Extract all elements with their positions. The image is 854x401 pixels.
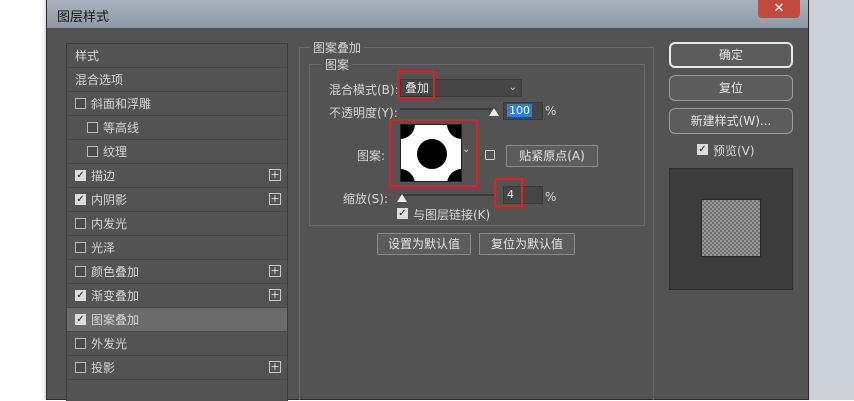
style-list-item-selected[interactable]: ✓ 图案叠加 (67, 308, 287, 332)
opacity-label: 不透明度(Y): (329, 106, 398, 120)
checkbox[interactable]: ✓ (75, 170, 86, 181)
ok-button[interactable]: 确定 (669, 42, 793, 68)
close-button[interactable]: ✕ (758, 0, 800, 18)
style-list-label: 混合选项 (75, 73, 124, 87)
scale-unit: % (545, 190, 557, 204)
scale-slider-track[interactable] (400, 194, 496, 196)
checkbox[interactable] (75, 218, 86, 229)
new-style-button[interactable]: 新建样式(W)... (669, 108, 793, 134)
style-list-item[interactable]: 斜面和浮雕 (67, 92, 287, 116)
chevron-down-icon: ⌄ (508, 82, 517, 93)
reset-button[interactable]: 复位 (669, 75, 793, 101)
preview-checkbox[interactable]: ✓ (697, 144, 708, 155)
close-icon: ✕ (773, 1, 785, 16)
style-list-item[interactable]: 外发光 (67, 332, 287, 356)
checkbox[interactable]: ✓ (75, 290, 86, 301)
checkbox[interactable] (75, 266, 86, 277)
style-list-label: 内阴影 (91, 193, 128, 207)
style-list-item[interactable]: 光泽 (67, 236, 287, 260)
checkbox[interactable] (75, 98, 86, 109)
set-default-button[interactable]: 设置为默认值 (377, 233, 471, 255)
checkbox[interactable] (75, 362, 86, 373)
checkbox[interactable] (87, 146, 98, 157)
highlight-box (389, 119, 478, 187)
layer-style-dialog: 图层样式 ✕ 样式 混合选项 斜面和浮雕 等高线 纹理 ✓ 描边 + ✓ 内阴影… (46, 0, 809, 401)
style-list-item[interactable]: 投影 + (67, 356, 287, 380)
highlight-box (397, 70, 435, 99)
dialog-title: 图层样式 (57, 10, 110, 25)
add-icon[interactable]: + (269, 169, 281, 181)
add-icon[interactable]: + (269, 361, 281, 373)
style-list: 样式 混合选项 斜面和浮雕 等高线 纹理 ✓ 描边 + ✓ 内阴影 + 内发光 … (66, 43, 288, 401)
style-list-label: 图案叠加 (91, 313, 140, 327)
opacity-slider-thumb[interactable] (489, 108, 499, 116)
checkbox[interactable]: ✓ (75, 314, 86, 325)
style-list-label: 投影 (91, 361, 116, 375)
style-list-label: 斜面和浮雕 (91, 97, 152, 111)
style-preview (669, 168, 793, 290)
link-label: 与图层链接(K) (413, 208, 491, 222)
preview-swatch (701, 199, 761, 257)
opacity-slider-track[interactable] (400, 108, 496, 110)
style-list-label: 纹理 (103, 145, 128, 159)
add-icon[interactable]: + (269, 289, 281, 301)
add-icon[interactable]: + (269, 265, 281, 277)
opacity-input[interactable]: 100 (503, 102, 543, 120)
reset-default-button[interactable]: 复位为默认值 (479, 233, 575, 255)
opacity-unit: % (545, 104, 557, 118)
style-list-label: 外发光 (91, 337, 128, 351)
opacity-value: 100 (507, 104, 532, 117)
checkbox[interactable] (75, 338, 86, 349)
highlight-box (494, 178, 523, 207)
title-bar[interactable]: 图层样式 ✕ (47, 0, 808, 28)
style-list-item[interactable]: 内发光 (67, 212, 287, 236)
group-title: 图案 (322, 56, 353, 73)
style-list-label: 描边 (91, 169, 116, 183)
checkbox[interactable] (87, 122, 98, 133)
style-list-item[interactable]: 混合选项 (67, 68, 287, 92)
new-preset-icon[interactable] (485, 150, 495, 160)
snap-origin-button[interactable]: 贴紧原点(A) (506, 145, 598, 167)
style-list-label: 等高线 (103, 121, 140, 135)
style-list-item[interactable]: 纹理 (67, 140, 287, 164)
style-list-item[interactable]: ✓ 渐变叠加 + (67, 284, 287, 308)
checkbox[interactable] (75, 242, 86, 253)
add-icon[interactable]: + (269, 193, 281, 205)
blend-mode-label: 混合模式(B): (329, 83, 399, 97)
style-list-label: 颜色叠加 (91, 265, 140, 279)
style-list-label: 光泽 (91, 241, 116, 255)
scale-slider-thumb[interactable] (397, 194, 407, 202)
style-list-item[interactable]: 颜色叠加 + (67, 260, 287, 284)
style-list-item[interactable]: 样式 (67, 44, 287, 68)
style-list-item[interactable]: 等高线 (67, 116, 287, 140)
style-list-label: 样式 (75, 49, 100, 63)
style-list-label: 渐变叠加 (91, 289, 140, 303)
scale-label: 缩放(S): (343, 192, 389, 206)
preview-label: 预览(V) (713, 144, 755, 158)
link-checkbox[interactable]: ✓ (397, 208, 408, 219)
section-title: 图案叠加 (310, 39, 365, 56)
style-list-label: 内发光 (91, 217, 128, 231)
style-list-item[interactable]: ✓ 描边 + (67, 164, 287, 188)
style-list-item[interactable]: ✓ 内阴影 + (67, 188, 287, 212)
pattern-label: 图案: (357, 149, 386, 163)
checkbox[interactable]: ✓ (75, 194, 86, 205)
